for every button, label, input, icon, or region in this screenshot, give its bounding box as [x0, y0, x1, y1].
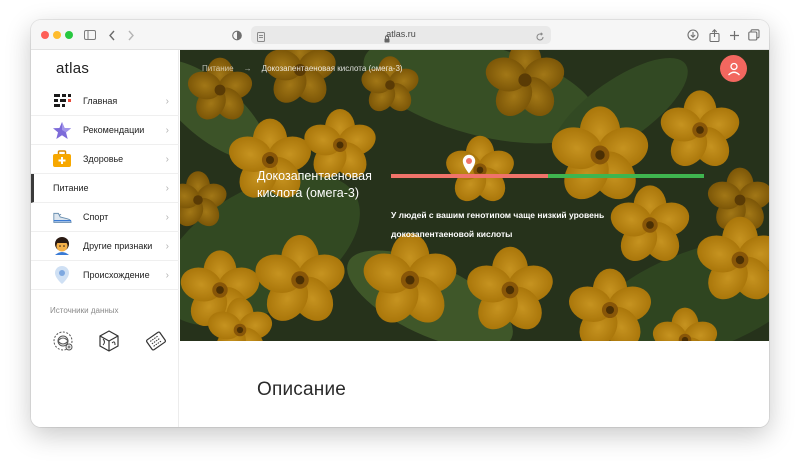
breadcrumb: Питание → Докозапентаеновая кислота (оме…	[202, 64, 403, 73]
user-profile-button[interactable]	[720, 55, 747, 82]
chevron-right-icon: ›	[165, 95, 169, 107]
first-aid-kit-icon	[52, 149, 72, 169]
sidebar-item-other-traits[interactable]: Другие признаки ›	[31, 232, 179, 261]
dna-sphere-icon[interactable]	[51, 329, 75, 353]
sidebar-item-health[interactable]: Здоровье ›	[31, 145, 179, 174]
genotype-marker-pin-icon	[463, 154, 476, 174]
scale-high-segment	[547, 174, 704, 178]
sidebar-item-label: Рекомендации	[83, 125, 145, 135]
address-bar[interactable]: atlas.ru	[251, 26, 551, 44]
sidebar-item-label: Главная	[83, 96, 118, 106]
new-tab-icon[interactable]	[727, 27, 741, 43]
close-window-button[interactable]	[41, 31, 49, 39]
scale-low-segment	[391, 174, 548, 178]
description-section: Описание	[180, 341, 769, 427]
section-title: Описание	[257, 379, 347, 400]
user-icon	[727, 62, 740, 75]
breadcrumb-current: Докозапентаеновая кислота (омега-3)	[261, 64, 403, 73]
trait-title: Докозапентаеновая кислота (омега-3)	[257, 169, 372, 200]
dna-cube-icon[interactable]	[97, 329, 121, 353]
download-icon[interactable]	[686, 27, 700, 43]
chevron-right-icon: ›	[165, 153, 169, 165]
zoom-window-button[interactable]	[65, 31, 73, 39]
hero-banner: Питание → Докозапентаеновая кислота (оме…	[180, 50, 769, 341]
trait-level-scale	[391, 174, 704, 178]
sidebar-toggle-icon[interactable]	[83, 27, 97, 43]
sidebar-item-label: Спорт	[83, 212, 109, 222]
share-icon[interactable]	[707, 27, 721, 43]
chevron-right-icon: ›	[165, 269, 169, 281]
sidebar-item-label: Здоровье	[83, 154, 124, 164]
url-text: atlas.ru	[386, 29, 416, 39]
breadcrumb-parent-link[interactable]: Питание	[202, 64, 234, 73]
minimize-window-button[interactable]	[53, 31, 61, 39]
sidebar: atlas Главная › Рекомендации › Здоровье …	[31, 50, 179, 427]
lab-chip-icon[interactable]	[144, 329, 168, 353]
chevron-right-icon: ›	[165, 124, 169, 136]
sidebar-item-label: Питание	[53, 183, 89, 193]
grid-icon	[52, 91, 72, 111]
sidebar-item-nutrition[interactable]: Питание ›	[31, 174, 179, 203]
genotype-result-text: У людей с вашим генотипом чаще низкий ур…	[391, 210, 605, 239]
brand-logo[interactable]: atlas	[56, 60, 89, 77]
sidebar-item-recommendations[interactable]: Рекомендации ›	[31, 116, 179, 145]
chevron-right-icon: ›	[165, 182, 169, 194]
sidebar-item-label: Происхождение	[83, 270, 150, 280]
location-pin-icon	[52, 265, 72, 285]
sidebar-item-origin[interactable]: Происхождение ›	[31, 261, 179, 290]
reload-icon[interactable]	[535, 29, 545, 47]
tab-overview-icon[interactable]	[747, 27, 761, 43]
back-icon[interactable]	[106, 27, 118, 43]
screen: atlas.ru atlas Главная › Рекомендации › …	[0, 0, 800, 468]
star-icon	[52, 120, 72, 140]
chevron-right-icon: ›	[165, 240, 169, 252]
sidebar-item-sport[interactable]: Спорт ›	[31, 203, 179, 232]
sidebar-item-label: Другие признаки	[83, 241, 153, 251]
chevron-right-icon: ›	[165, 211, 169, 223]
sidebar-item-home[interactable]: Главная ›	[31, 87, 179, 116]
privacy-shield-icon[interactable]	[231, 27, 243, 43]
person-avatar-icon	[52, 236, 72, 256]
breadcrumb-arrow-icon: →	[243, 64, 252, 73]
sneaker-icon	[52, 207, 72, 227]
data-sources-title: Источники данных	[50, 306, 119, 315]
browser-window: atlas.ru atlas Главная › Рекомендации › …	[31, 20, 769, 427]
browser-toolbar: atlas.ru	[31, 20, 769, 50]
forward-icon[interactable]	[125, 27, 137, 43]
